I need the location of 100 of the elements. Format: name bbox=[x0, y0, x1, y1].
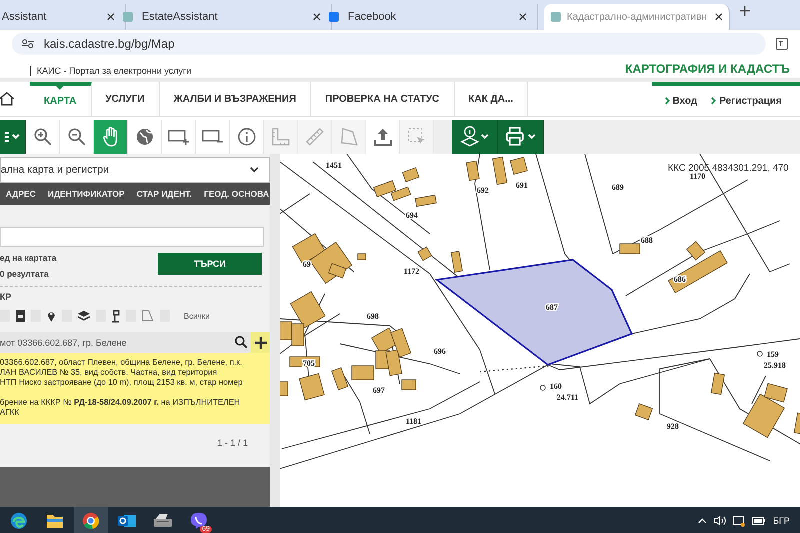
building bbox=[358, 254, 366, 260]
printer-icon bbox=[153, 513, 173, 529]
parcel-number: 688 bbox=[641, 236, 653, 245]
building bbox=[492, 156, 508, 186]
building bbox=[373, 180, 397, 198]
result-line: 03366.602.687, област Плевен, община Белене, гр. Белене, п.к. bbox=[0, 358, 244, 368]
selection-box-icon bbox=[408, 128, 426, 146]
search-tab[interactable]: АДРЕС bbox=[6, 189, 36, 199]
new-tab-icon[interactable] bbox=[740, 6, 750, 16]
building bbox=[290, 356, 320, 368]
polygon-icon[interactable] bbox=[142, 310, 154, 322]
building bbox=[418, 246, 432, 262]
toolbar-button[interactable] bbox=[498, 120, 544, 154]
parcel-number: 1170 bbox=[690, 172, 706, 181]
search-button[interactable]: ТЪРСИ bbox=[158, 253, 262, 275]
source-dropdown[interactable]: ална карта и регистри bbox=[0, 157, 270, 183]
filter-all-label: Всички bbox=[184, 312, 210, 320]
parcel-number: 705 bbox=[303, 359, 315, 368]
add-button[interactable] bbox=[251, 332, 270, 353]
chat-app-icon bbox=[190, 512, 208, 530]
translate-icon[interactable] bbox=[776, 38, 788, 50]
nav-tab[interactable]: ЖАЛБИ И ВЪЗРАЖЕНИЯ bbox=[160, 82, 312, 116]
hand-icon bbox=[102, 127, 118, 147]
nav-tab[interactable]: КАРТА bbox=[30, 82, 92, 116]
polygon-icon bbox=[340, 127, 358, 147]
browser-tab[interactable]: Кадастрално-административн bbox=[544, 4, 730, 30]
document-icon[interactable] bbox=[16, 310, 25, 322]
survey-point-icon bbox=[757, 351, 763, 357]
survey-point-icon bbox=[540, 385, 546, 391]
building bbox=[510, 157, 528, 175]
taskbar-app[interactable] bbox=[74, 507, 108, 533]
scrollbar[interactable] bbox=[270, 154, 280, 507]
building bbox=[402, 167, 420, 183]
globe-icon bbox=[136, 128, 154, 146]
selected-parcel[interactable] bbox=[435, 259, 634, 366]
display-icon[interactable] bbox=[733, 516, 746, 526]
nav-link[interactable]: Регистрация bbox=[711, 96, 782, 106]
toolbar-button[interactable] bbox=[452, 120, 498, 154]
layers-info-icon bbox=[460, 126, 490, 148]
search-tab[interactable]: ИДЕНТИФИКАТОР bbox=[48, 189, 125, 199]
site-settings-icon[interactable] bbox=[22, 39, 34, 49]
printer-icon bbox=[504, 127, 536, 147]
close-icon[interactable] bbox=[519, 13, 527, 21]
layers-icon[interactable] bbox=[78, 310, 90, 322]
building bbox=[450, 251, 464, 273]
zoom-in-icon bbox=[34, 128, 52, 146]
result-header[interactable]: мот 03366.602.687, гр. Белене bbox=[0, 332, 270, 353]
parcel-number: 689 bbox=[612, 183, 624, 192]
rectangle-minus-icon bbox=[202, 129, 224, 145]
search-option: ед на картата bbox=[0, 253, 57, 263]
parcel-number: 1181 bbox=[406, 417, 422, 426]
coordinate-readout: ККС 2005 4834301.291, 470 bbox=[668, 163, 789, 174]
nav-tab[interactable]: ПРОВЕРКА НА СТАТУС bbox=[311, 82, 455, 116]
mail-icon bbox=[117, 512, 137, 530]
parcel-number: 928 bbox=[667, 422, 679, 431]
nav-tab[interactable]: УСЛУГИ bbox=[92, 82, 160, 116]
info-icon bbox=[238, 128, 256, 146]
ruler-icon bbox=[304, 127, 324, 147]
result-line: брение на КККР № РД-18-58/24.09.2007 г. на ИЗПЪЛНИТЕЛЕН bbox=[0, 398, 242, 408]
search-tab[interactable]: СТАР ИДЕНТ. bbox=[136, 189, 192, 199]
chrome-icon bbox=[82, 512, 100, 530]
building bbox=[634, 404, 654, 420]
building bbox=[466, 160, 480, 182]
agency-name: КАРТОГРАФИЯ И КАДАСТЪ bbox=[625, 62, 790, 76]
menu-icon bbox=[4, 132, 20, 142]
upload-icon bbox=[372, 127, 392, 147]
plus-icon bbox=[254, 336, 266, 348]
building bbox=[794, 412, 800, 436]
browser-icon bbox=[10, 512, 28, 530]
toolbar-button[interactable] bbox=[0, 120, 26, 154]
folder-icon bbox=[46, 513, 64, 529]
building bbox=[620, 244, 640, 254]
chevron-up-icon[interactable] bbox=[698, 518, 708, 524]
survey-marker-icon[interactable] bbox=[112, 310, 120, 322]
chevron-down-icon bbox=[250, 167, 259, 173]
home-icon[interactable] bbox=[0, 92, 14, 106]
location-pin-icon[interactable] bbox=[47, 310, 56, 322]
parcel-number: 697 bbox=[373, 386, 385, 395]
parcel-number: 686 bbox=[674, 275, 686, 284]
building bbox=[415, 194, 437, 208]
search-option: 0 резултата bbox=[0, 269, 57, 279]
address-bar[interactable]: kais.cadastre.bg/bg/Map bbox=[12, 33, 766, 55]
layer-group-label: КР bbox=[0, 292, 12, 302]
building bbox=[390, 186, 412, 202]
battery-icon[interactable] bbox=[752, 517, 766, 525]
close-icon[interactable] bbox=[107, 13, 115, 21]
speaker-icon[interactable] bbox=[714, 516, 726, 526]
search-icon bbox=[235, 336, 248, 349]
language-indicator[interactable]: БГР bbox=[773, 516, 790, 526]
parcel-number: 69 bbox=[303, 260, 311, 269]
building bbox=[402, 380, 416, 390]
search-tab[interactable]: ГЕОД. ОСНОВА bbox=[204, 189, 270, 199]
nav-tab[interactable]: КАК ДА... bbox=[454, 82, 528, 116]
parcel-number: 24.711 bbox=[557, 393, 579, 402]
nav-link[interactable]: Вход bbox=[664, 96, 698, 106]
result-line: АГКК bbox=[0, 408, 20, 418]
search-field[interactable] bbox=[0, 227, 264, 247]
close-icon[interactable] bbox=[715, 13, 723, 21]
close-icon[interactable] bbox=[313, 13, 321, 21]
parcel-number: 691 bbox=[516, 181, 528, 190]
